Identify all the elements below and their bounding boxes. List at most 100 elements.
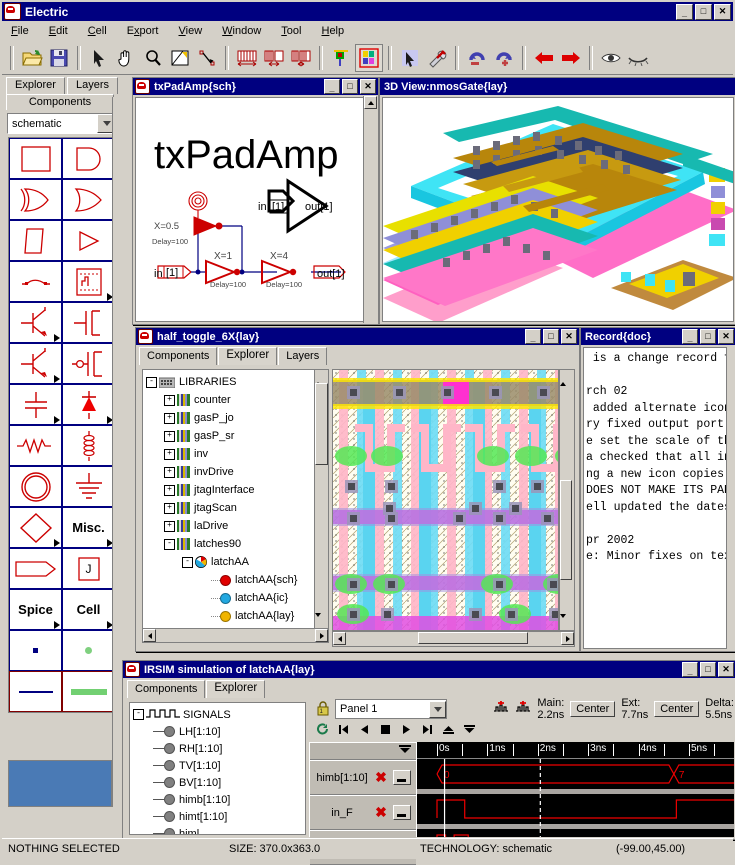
tree-toggle-1[interactable]: + — [164, 394, 175, 406]
tree-scroll-right-icon[interactable] — [315, 629, 328, 642]
palette-cell-inductor[interactable] — [62, 425, 115, 466]
scroll-up-icon[interactable] — [364, 96, 377, 109]
menu-export[interactable]: Export — [124, 24, 162, 38]
tree-toggle-0[interactable]: - — [146, 376, 157, 388]
simulation-close-button[interactable]: ✕ — [718, 662, 734, 677]
layout-close-button[interactable]: ✕ — [561, 329, 577, 344]
menu-help[interactable]: Help — [318, 24, 347, 38]
palette-cell-ground-symbol[interactable] — [62, 466, 115, 507]
palette-cell-junction-box[interactable]: J — [62, 548, 115, 589]
record-vertical-scrollbar[interactable] — [726, 347, 735, 649]
library-tree[interactable]: - LIBRARIES + counter + gasP_jo + gasP_sr + inv + i… — [142, 369, 329, 643]
tree-node-jtagscan[interactable]: + jtagScan — [146, 499, 328, 517]
zoom-magnifier-icon[interactable] — [140, 45, 166, 71]
collapse-all-icon[interactable] — [398, 744, 412, 758]
palette-cell-pmos-transistor[interactable] — [62, 343, 115, 384]
palette-cell-switch-node[interactable] — [9, 261, 62, 302]
palette-more-arrow-3[interactable] — [54, 375, 60, 383]
palette-tab-layers[interactable]: Layers — [66, 77, 118, 94]
palette-more-arrow-2[interactable] — [54, 334, 60, 342]
preferences-tools-icon[interactable] — [424, 45, 450, 71]
record-minimize-button[interactable]: _ — [682, 329, 698, 344]
tree-node-jtaginterface[interactable]: + jtagInterface — [146, 481, 328, 499]
palette-cell-arc-bus[interactable] — [62, 671, 115, 712]
palette-cell-pin-square[interactable] — [9, 138, 62, 179]
waveform-row-himb[interactable]: himb[1:10] ✖ — [310, 760, 416, 795]
palette-cell-spice-group[interactable]: Spice — [9, 589, 62, 630]
remove-signal-icon[interactable]: ✖ — [374, 769, 388, 786]
palette-cell-nmos-transistor[interactable] — [62, 302, 115, 343]
palette-tab-components[interactable]: Components — [6, 94, 114, 110]
palette-cell-buffer-shape[interactable] — [62, 138, 115, 179]
time-ruler[interactable]: 0s1ns2ns3ns4ns5ns6ns — [417, 742, 734, 759]
redo-icon[interactable] — [491, 45, 517, 71]
tree-vertical-scrollbar[interactable] — [314, 370, 328, 629]
simulation-tab-explorer[interactable]: Explorer — [206, 680, 266, 698]
schematic-minimize-button[interactable]: _ — [324, 79, 340, 94]
schematic-close-button[interactable]: ✕ — [360, 79, 376, 94]
palette-cell-pnp-transistor[interactable] — [9, 343, 62, 384]
ext-center-button[interactable]: Center — [654, 701, 700, 717]
layout-vertical-scrollbar[interactable] — [559, 369, 575, 631]
palette-scrollbar[interactable] — [112, 97, 122, 807]
palette-cell-node-blue[interactable] — [9, 630, 62, 671]
tree-node-inv[interactable]: + inv — [146, 445, 328, 463]
palette-cell-or-gate[interactable] — [62, 179, 115, 220]
signal-node-signals[interactable]: - SIGNALS — [133, 706, 305, 723]
palette-cell-source-circle[interactable] — [9, 466, 62, 507]
refresh-icon[interactable] — [315, 722, 330, 736]
tree-node-latchaa-lay-[interactable]: latchAA{lay} — [146, 607, 328, 625]
menu-window[interactable]: Window — [219, 24, 264, 38]
tree-scroll-left-icon[interactable] — [143, 629, 156, 642]
pan-hand-icon[interactable] — [113, 45, 139, 71]
tree-node-latchaa-sch-[interactable]: latchAA{sch} — [146, 571, 328, 589]
tree-horizontal-scrollbar[interactable] — [143, 628, 328, 642]
layout-scroll-up-icon[interactable] — [560, 370, 574, 382]
simulation-maximize-button[interactable]: □ — [700, 662, 716, 677]
record-maximize-button[interactable]: □ — [700, 329, 716, 344]
menu-cell[interactable]: Cell — [85, 24, 110, 38]
menu-tool[interactable]: Tool — [278, 24, 304, 38]
simulation-tab-components[interactable]: Components — [127, 680, 206, 698]
close-button[interactable]: ✕ — [714, 3, 731, 20]
tree-node-libraries[interactable]: - LIBRARIES — [146, 373, 328, 391]
tree-node-ladrive[interactable]: + laDrive — [146, 517, 328, 535]
tree-toggle-3[interactable]: + — [164, 430, 175, 442]
waveform-canvas[interactable]: 0s1ns2ns3ns4ns5ns6ns 07 — [417, 742, 734, 837]
zoom-out-icon[interactable] — [288, 45, 314, 71]
signal-node-lh-1-10-[interactable]: LH[1:10] — [133, 723, 305, 740]
tree-toggle-8[interactable]: + — [164, 520, 175, 532]
palette-cell-capacitor[interactable] — [9, 384, 62, 425]
stop-icon[interactable] — [378, 722, 393, 736]
maximize-button[interactable]: □ — [695, 3, 712, 20]
tree-node-latches90[interactable]: - latches90 — [146, 535, 328, 553]
simulation-minimize-button[interactable]: _ — [682, 662, 698, 677]
tree-toggle-4[interactable]: + — [164, 448, 175, 460]
panel-select[interactable]: Panel 1 — [335, 699, 447, 719]
add-signal-icon-2[interactable] — [515, 700, 531, 718]
tree-toggle-10[interactable]: - — [182, 556, 193, 568]
select-arrow-icon[interactable] — [86, 45, 112, 71]
signal-options-button-2[interactable] — [393, 805, 411, 820]
signal-node-himl[interactable]: himl — [133, 825, 305, 834]
signals-tree[interactable]: - SIGNALS LH[1:10] RH[1:10] TV[1:10] BV[1:10]… — [129, 702, 306, 835]
step-back-icon[interactable] — [357, 722, 372, 736]
select-objects-icon[interactable] — [397, 45, 423, 71]
go-forward-icon[interactable] — [558, 45, 584, 71]
tree-toggle-2[interactable]: + — [164, 412, 175, 424]
signal-node-tv-1-10-[interactable]: TV[1:10] — [133, 757, 305, 774]
palette-cell-resistor[interactable] — [9, 425, 62, 466]
wiring-line-icon[interactable] — [194, 45, 220, 71]
fast-forward-end-icon[interactable] — [420, 722, 435, 736]
object-special-icon[interactable] — [328, 45, 354, 71]
menu-file[interactable]: File — [8, 24, 32, 38]
palette-cell-node-green[interactable] — [62, 630, 115, 671]
hide-eye-icon[interactable] — [625, 45, 651, 71]
record-text-area[interactable]: is a change record f rch 02 added altern… — [583, 347, 727, 649]
minimize-button[interactable]: _ — [676, 3, 693, 20]
signal-node-himt-1-10-[interactable]: himt[1:10] — [133, 808, 305, 825]
tree-node-gasp-jo[interactable]: + gasP_jo — [146, 409, 328, 427]
raise-panel-icon[interactable] — [441, 722, 456, 736]
layout-horizontal-scrollbar[interactable] — [332, 631, 575, 647]
signal-node-bv-1-10-[interactable]: BV[1:10] — [133, 774, 305, 791]
